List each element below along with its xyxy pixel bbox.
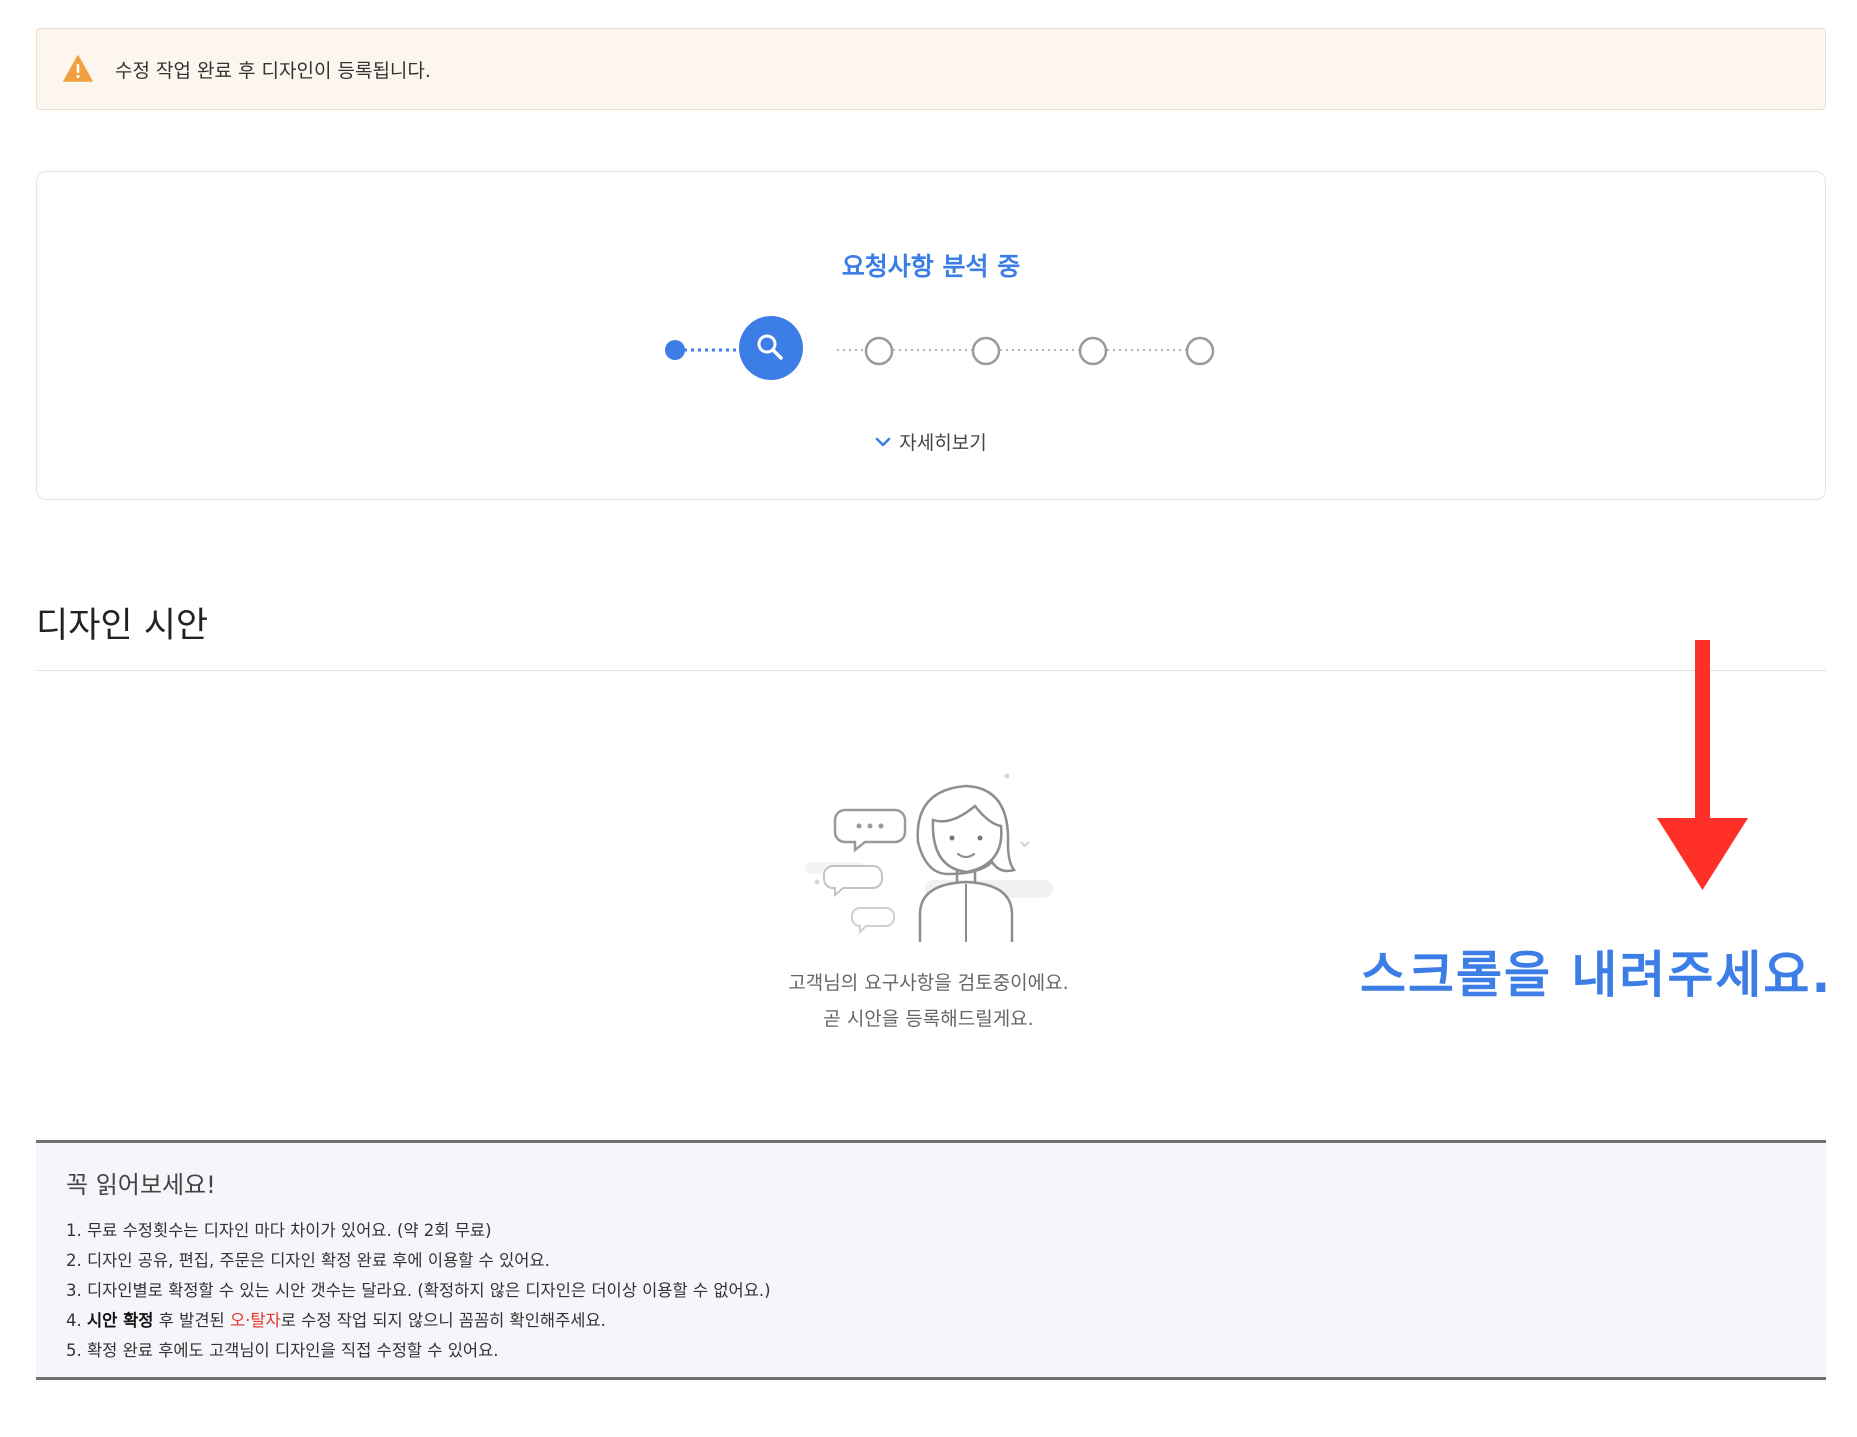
step-2-current xyxy=(739,316,803,380)
notice-text: 수정 작업 완료 후 디자인이 등록됩니다. xyxy=(115,59,431,82)
step-6 xyxy=(1185,336,1215,366)
empty-state-message-2: 곧 시안을 등록해드릴게요. xyxy=(823,1008,1034,1030)
warning-icon xyxy=(63,55,93,82)
step-1-done xyxy=(665,340,685,360)
step-5 xyxy=(1078,336,1108,366)
chevron-down-icon xyxy=(875,437,891,446)
section-divider xyxy=(36,670,1826,671)
must-read-box: 꼭 읽어보세요! 1. 무료 수정횟수는 디자인 마다 차이가 있어요. (약 … xyxy=(36,1140,1826,1380)
scroll-down-arrow-icon xyxy=(1657,640,1748,890)
progress-card: 요청사항 분석 중 자세히보기 xyxy=(36,171,1826,500)
section-title: 디자인 시안 xyxy=(36,606,209,646)
typo-highlight: 오·탈자 xyxy=(229,1311,281,1330)
notice-banner: 수정 작업 완료 후 디자인이 등록됩니다. xyxy=(36,28,1826,110)
must-read-item: 5. 확정 완료 후에도 고객님이 디자인을 직접 수정할 수 있어요. xyxy=(66,1341,499,1360)
step-3 xyxy=(864,336,894,366)
reviewing-illustration xyxy=(805,773,1053,942)
must-read-list: 1. 무료 수정횟수는 디자인 마다 차이가 있어요. (약 2회 무료) 2.… xyxy=(66,1216,1796,1366)
emphasis-text: 시안 확정 xyxy=(87,1311,154,1330)
scroll-hint-text: 스크롤을 내려주세요. xyxy=(1360,946,1833,1004)
must-read-title: 꼭 읽어보세요! xyxy=(66,1171,216,1199)
must-read-item: 3. 디자인별로 확정할 수 있는 시안 갯수는 달라요. (확정하지 않은 디… xyxy=(66,1281,771,1300)
details-toggle-button[interactable]: 자세히보기 xyxy=(37,428,1825,455)
details-toggle-label: 자세히보기 xyxy=(899,432,987,454)
must-read-item: 2. 디자인 공유, 편집, 주문은 디자인 확정 완료 후에 이용할 수 있어… xyxy=(66,1251,550,1270)
progress-status-title: 요청사항 분석 중 xyxy=(841,252,1021,281)
step-4 xyxy=(971,336,1001,366)
page: 수정 작업 완료 후 디자인이 등록됩니다. 요청사항 분석 중 자세히보기 디… xyxy=(0,0,1857,1437)
must-read-item: 1. 무료 수정횟수는 디자인 마다 차이가 있어요. (약 2회 무료) xyxy=(66,1221,492,1240)
must-read-item: 4. 시안 확정 후 발견된 오·탈자로 수정 작업 되지 않으니 꼼꼼히 확인… xyxy=(66,1311,606,1330)
